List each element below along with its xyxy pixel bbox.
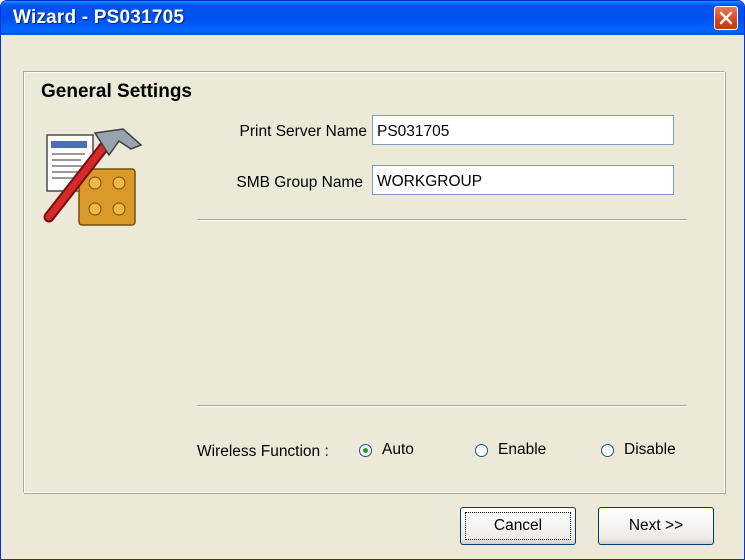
radio-disable-label: Disable — [624, 441, 676, 458]
radio-auto-circle[interactable] — [359, 443, 372, 457]
title-bar[interactable]: Wizard - PS031705 — [1, 1, 744, 35]
cancel-button[interactable]: Cancel — [460, 507, 576, 545]
print-server-name-input[interactable] — [372, 115, 674, 145]
radio-enable[interactable]: Enable — [475, 441, 546, 459]
next-button[interactable]: Next >> — [598, 507, 714, 545]
separator-top — [197, 219, 687, 221]
print-server-name-label: Print Server Name — [239, 123, 367, 140]
focus-rect — [465, 512, 571, 540]
smb-group-name-input[interactable] — [372, 165, 674, 195]
radio-enable-label: Enable — [498, 441, 547, 458]
radio-auto[interactable]: Auto — [359, 441, 414, 459]
radio-auto-label: Auto — [382, 441, 414, 458]
close-icon — [719, 11, 733, 25]
wireless-function-label: Wireless Function : — [197, 443, 329, 460]
section-title: General Settings — [41, 81, 192, 102]
smb-group-name-label: SMB Group Name — [236, 174, 363, 191]
wizard-hammer-icon — [43, 128, 143, 226]
radio-disable[interactable]: Disable — [601, 441, 676, 459]
separator-bottom — [197, 405, 687, 407]
radio-disable-circle[interactable] — [601, 443, 614, 457]
next-button-label: Next >> — [628, 517, 684, 534]
radio-selected-dot — [363, 447, 368, 453]
close-button[interactable] — [714, 6, 738, 30]
radio-enable-circle[interactable] — [475, 443, 488, 457]
window-title: Wizard - PS031705 — [13, 7, 185, 28]
wizard-dialog: Wizard - PS031705 General Settings Print… — [0, 0, 745, 560]
